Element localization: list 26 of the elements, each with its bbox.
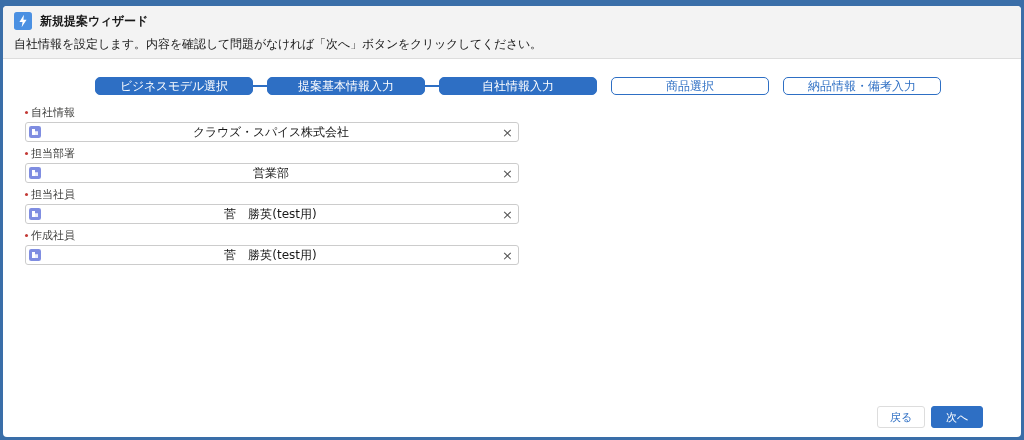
next-button[interactable]: 次へ [931, 406, 983, 428]
field-label: 自社情報 [31, 105, 75, 120]
wizard-step: 提案基本情報入力 [267, 77, 425, 95]
building-icon [29, 208, 41, 220]
lightning-icon [14, 12, 32, 30]
clear-button[interactable]: × [500, 248, 515, 262]
back-button[interactable]: 戻る [877, 406, 925, 428]
lookup-field[interactable]: 営業部 × [25, 163, 519, 183]
building-icon [29, 249, 41, 261]
field-label: 作成社員 [31, 228, 75, 243]
modal-title: 新規提案ウィザード [40, 12, 148, 30]
field-label: 担当社員 [31, 187, 75, 202]
wizard-step: 商品選択 [611, 77, 769, 95]
modal-description: 自社情報を設定します。内容を確認して問題がなければ「次へ」ボタンをクリックしてください。 [14, 36, 543, 53]
wizard-step: 自社情報入力 [439, 77, 597, 95]
building-icon [29, 126, 41, 138]
clear-button[interactable]: × [500, 166, 515, 180]
clear-button[interactable]: × [500, 125, 515, 139]
wizard-step: 納品情報・備考入力 [783, 77, 941, 95]
clear-button[interactable]: × [500, 207, 515, 221]
lookup-field[interactable]: 菅 勝英(test用) × [25, 204, 519, 224]
lookup-field[interactable]: クラウズ・スパイス株式会社 × [25, 122, 519, 142]
building-icon [29, 167, 41, 179]
lookup-field[interactable]: 菅 勝英(test用) × [25, 245, 519, 265]
wizard-step: ビジネスモデル選択 [95, 77, 253, 95]
field-label: 担当部署 [31, 146, 75, 161]
